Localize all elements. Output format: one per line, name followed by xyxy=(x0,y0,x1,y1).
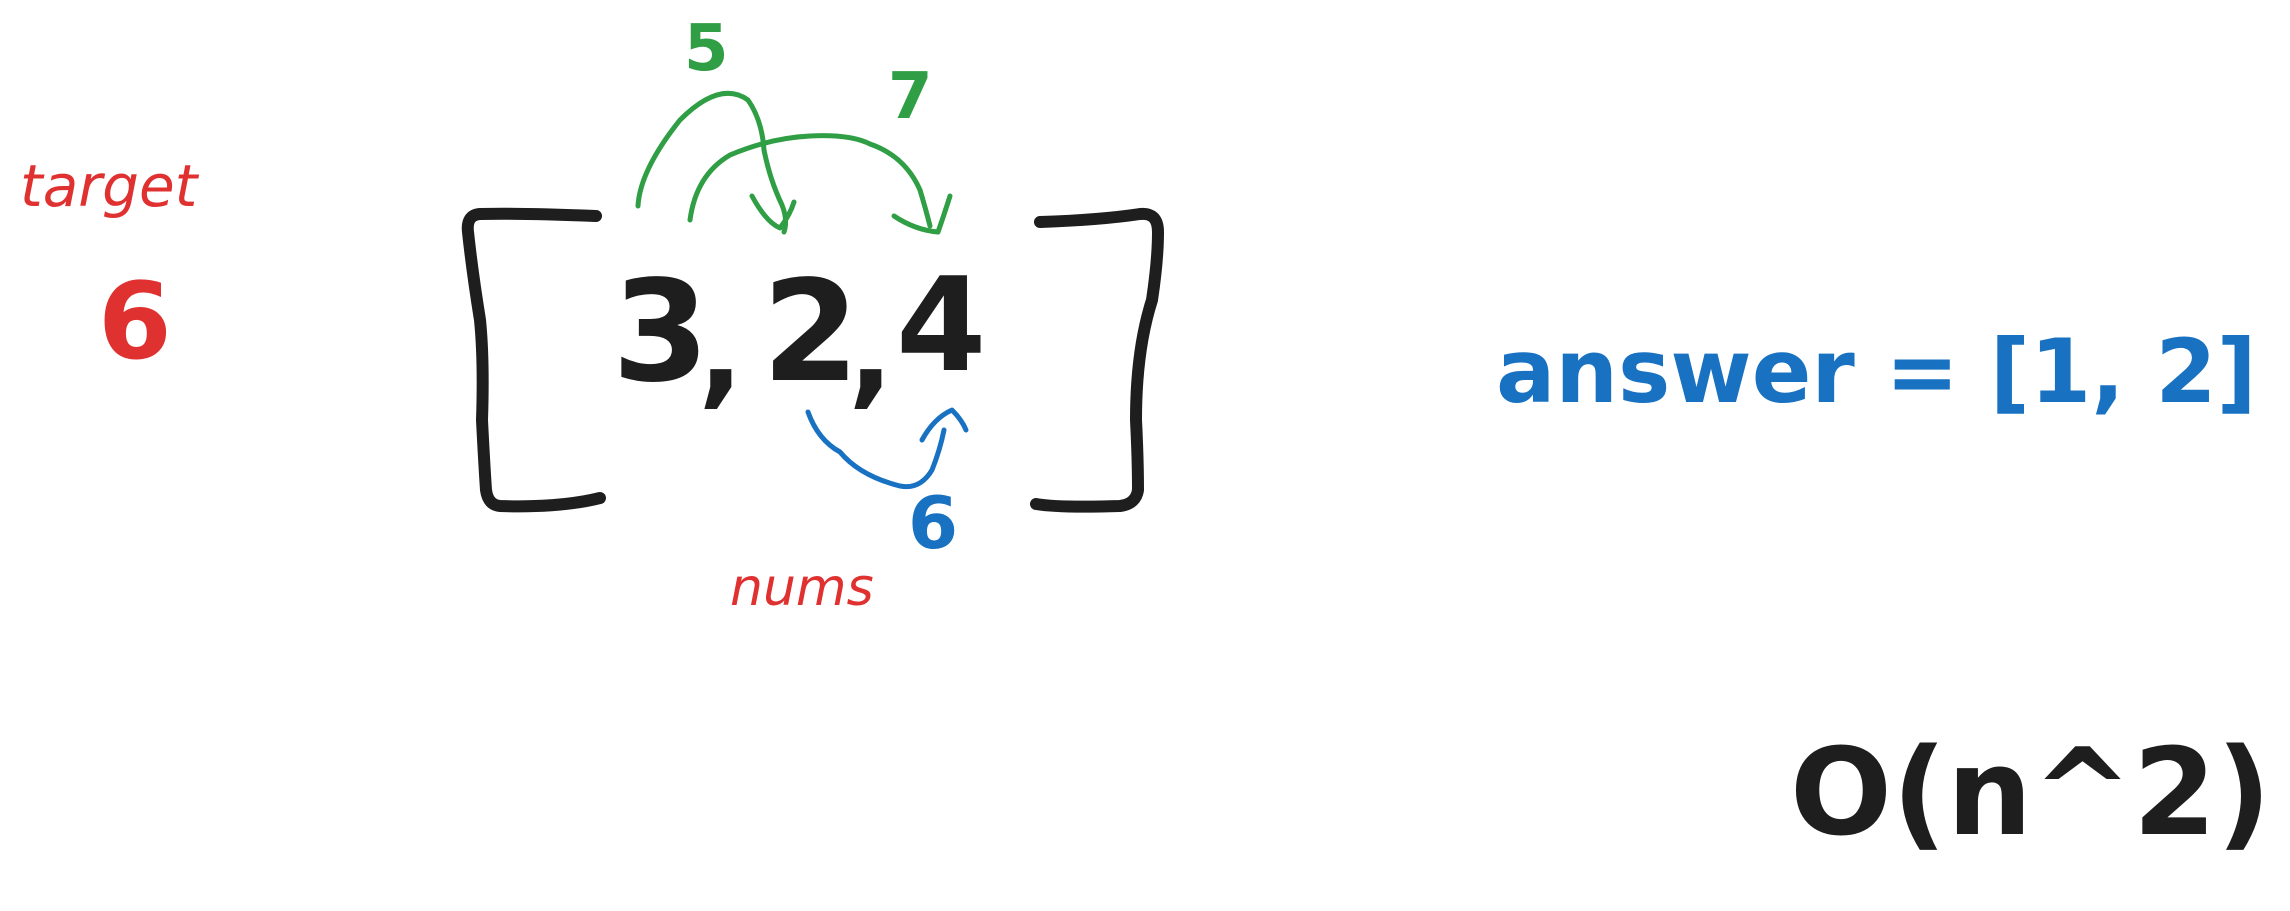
arc-2-to-4 xyxy=(805,409,947,490)
target-group: target 6 xyxy=(20,152,200,383)
right-bracket xyxy=(1030,207,1164,513)
left-bracket xyxy=(461,207,606,513)
num-3: 3 xyxy=(612,251,709,414)
num-4: 4 xyxy=(896,249,986,401)
sum-5: 5 xyxy=(684,12,729,86)
target-value: 6 xyxy=(98,260,172,383)
whiteboard-canvas: target 6 3 , 2 , 4 nums 5 7 6 answer = [… xyxy=(20,12,2271,863)
answer-text: answer = [1, 2] xyxy=(1496,320,2257,423)
comma-1: , xyxy=(698,282,744,421)
blue-sum: 6 xyxy=(805,407,969,565)
comma-2: , xyxy=(848,282,894,421)
sum-6: 6 xyxy=(908,481,958,565)
nums-label: nums xyxy=(730,558,874,618)
sum-7: 7 xyxy=(888,60,933,134)
num-2: 2 xyxy=(762,251,859,414)
complexity-text: O(n^2) xyxy=(1790,724,2271,863)
nums-array: 3 , 2 , 4 xyxy=(461,207,1164,513)
target-label: target xyxy=(20,152,200,220)
arc-3-to-4 xyxy=(687,133,933,229)
green-sums: 5 7 xyxy=(635,12,953,235)
